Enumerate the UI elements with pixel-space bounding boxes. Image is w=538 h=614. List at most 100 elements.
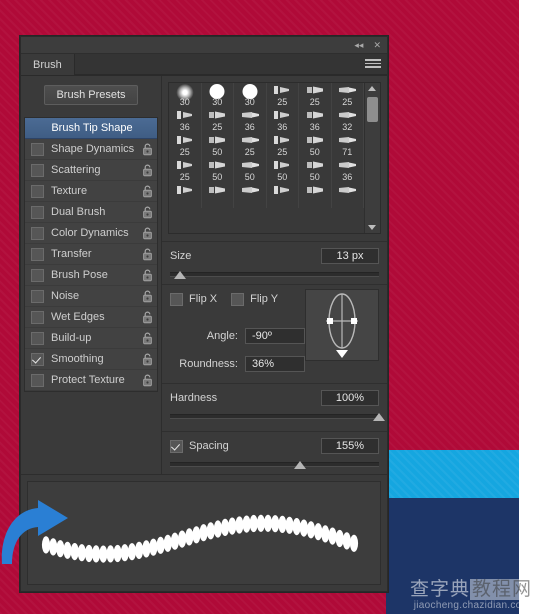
brush-tip-cell[interactable] — [202, 183, 234, 208]
brush-option-row[interactable]: Texture — [25, 181, 157, 202]
size-value-field[interactable]: 13 px — [321, 248, 379, 264]
brush-tip-cell[interactable]: 25 — [299, 83, 332, 108]
lock-icon[interactable] — [142, 353, 153, 366]
brush-tip-cell[interactable]: 30 — [169, 83, 202, 108]
hardness-slider-thumb[interactable] — [373, 413, 385, 421]
spacing-checkbox[interactable] — [170, 439, 183, 453]
brush-option-checkbox[interactable] — [31, 289, 44, 303]
brush-tip-cell[interactable] — [169, 183, 202, 208]
brush-tip-cell[interactable]: 32 — [332, 108, 364, 133]
brush-tip-cell[interactable]: 25 — [169, 133, 202, 158]
brush-option-checkbox[interactable] — [31, 331, 44, 345]
lock-icon[interactable] — [142, 248, 153, 261]
angle-value-field[interactable]: -90º — [245, 328, 305, 344]
brush-tip-cell[interactable] — [299, 183, 332, 208]
lock-icon[interactable] — [142, 185, 153, 198]
hardness-slider[interactable] — [170, 411, 385, 422]
spacing-value-field[interactable]: 155% — [321, 438, 379, 454]
brush-tip-cell[interactable] — [267, 183, 299, 208]
brush-option-row[interactable]: Smoothing — [25, 349, 157, 370]
lock-icon[interactable] — [142, 227, 153, 240]
brush-option-checkbox[interactable] — [31, 352, 44, 366]
brush-tip-cell[interactable]: 25 — [202, 108, 234, 133]
brush-tip-thumbnail — [207, 134, 227, 145]
lock-icon[interactable] — [142, 269, 153, 282]
spacing-slider[interactable] — [170, 459, 379, 470]
brush-option-checkbox[interactable] — [31, 310, 44, 324]
brush-tip-cell[interactable]: 25 — [332, 83, 364, 108]
lock-icon[interactable] — [142, 290, 153, 303]
brush-tip-cell[interactable]: 50 — [267, 158, 299, 183]
tab-brush[interactable]: Brush — [21, 54, 75, 75]
lock-icon[interactable] — [142, 143, 153, 156]
lock-icon[interactable] — [142, 206, 153, 219]
collapse-icon[interactable]: ◂◂ — [354, 40, 363, 50]
brush-tip-cell[interactable]: 36 — [169, 108, 202, 133]
brush-option-checkbox[interactable] — [31, 373, 44, 387]
panel-menu-icon[interactable] — [365, 59, 381, 70]
lock-icon[interactable] — [142, 332, 153, 345]
scrollbar-thumb[interactable] — [367, 97, 378, 122]
brush-tip-cell[interactable]: 50 — [202, 133, 234, 158]
brush-tip-thumbnail — [240, 134, 260, 145]
brush-option-row[interactable]: Noise — [25, 286, 157, 307]
lock-icon[interactable] — [142, 164, 153, 177]
brush-option-row[interactable]: Transfer — [25, 244, 157, 265]
brush-tip-size-label: 32 — [342, 122, 353, 132]
brush-tip-cell[interactable]: 36 — [267, 108, 299, 133]
brush-angle-widget[interactable] — [305, 289, 379, 361]
close-icon[interactable]: ✕ — [373, 40, 381, 50]
divider — [162, 383, 387, 384]
brush-tip-grid[interactable]: 30 30 30 25 25 25 36 25 36 36 36 32 25 50 25 25 50 71 25 50… — [169, 83, 364, 233]
brush-tip-cell[interactable]: 50 — [299, 158, 332, 183]
brush-option-checkbox[interactable] — [31, 247, 44, 261]
brush-tip-scrollbar[interactable] — [364, 83, 380, 233]
brush-option-checkbox[interactable] — [31, 268, 44, 282]
brush-tip-cell[interactable]: 36 — [234, 108, 267, 133]
brush-tip-cell[interactable]: 50 — [202, 158, 234, 183]
scroll-down-icon[interactable] — [368, 225, 376, 230]
brush-tip-cell[interactable]: 25 — [267, 133, 299, 158]
brush-option-checkbox[interactable] — [31, 142, 44, 156]
brush-tip-cell[interactable]: 25 — [267, 83, 299, 108]
scroll-up-icon[interactable] — [368, 86, 376, 91]
lock-icon[interactable] — [142, 311, 153, 324]
brush-tip-cell[interactable] — [234, 183, 267, 208]
brush-presets-button[interactable]: Brush Presets — [44, 85, 138, 105]
brush-tip-cell[interactable]: 36 — [299, 108, 332, 133]
brush-tip-shape-item[interactable]: Brush Tip Shape — [25, 118, 157, 139]
brush-option-row[interactable]: Shape Dynamics — [25, 139, 157, 160]
flip-x-checkbox[interactable] — [170, 292, 183, 306]
brush-tip-cell[interactable]: 50 — [299, 133, 332, 158]
brush-tip-cell[interactable]: 36 — [332, 158, 364, 183]
brush-tip-cell[interactable]: 25 — [169, 158, 202, 183]
brush-tip-cell[interactable]: 30 — [202, 83, 234, 108]
size-slider[interactable] — [170, 269, 379, 280]
brush-option-row[interactable]: Wet Edges — [25, 307, 157, 328]
size-slider-thumb[interactable] — [174, 271, 187, 279]
brush-option-row[interactable]: Color Dynamics — [25, 223, 157, 244]
brush-option-checkbox[interactable] — [31, 205, 44, 219]
brush-tip-cell[interactable] — [332, 183, 364, 208]
brush-option-row[interactable]: Build-up — [25, 328, 157, 349]
lock-icon[interactable] — [142, 374, 153, 387]
brush-tip-cell[interactable]: 71 — [332, 133, 364, 158]
brush-tip-thumbnail — [337, 109, 357, 120]
brush-tip-cell[interactable]: 25 — [234, 133, 267, 158]
roundness-value-field[interactable]: 36% — [245, 356, 305, 372]
flip-y-checkbox[interactable] — [231, 292, 245, 306]
brush-tip-cell[interactable]: 50 — [234, 158, 267, 183]
brush-option-checkbox[interactable] — [31, 163, 44, 177]
brush-tip-size-label: 25 — [309, 97, 320, 107]
brush-option-row[interactable]: Protect Texture — [25, 370, 157, 391]
brush-option-row[interactable]: Scattering — [25, 160, 157, 181]
brush-tip-thumbnail — [337, 84, 357, 95]
spacing-slider-thumb[interactable] — [293, 461, 306, 469]
brush-option-checkbox[interactable] — [31, 226, 44, 240]
brush-tip-cell[interactable]: 30 — [234, 83, 267, 108]
brush-option-label: Protect Texture — [51, 374, 125, 386]
hardness-value-field[interactable]: 100% — [321, 390, 379, 406]
brush-option-checkbox[interactable] — [31, 184, 44, 198]
brush-option-row[interactable]: Dual Brush — [25, 202, 157, 223]
brush-option-row[interactable]: Brush Pose — [25, 265, 157, 286]
